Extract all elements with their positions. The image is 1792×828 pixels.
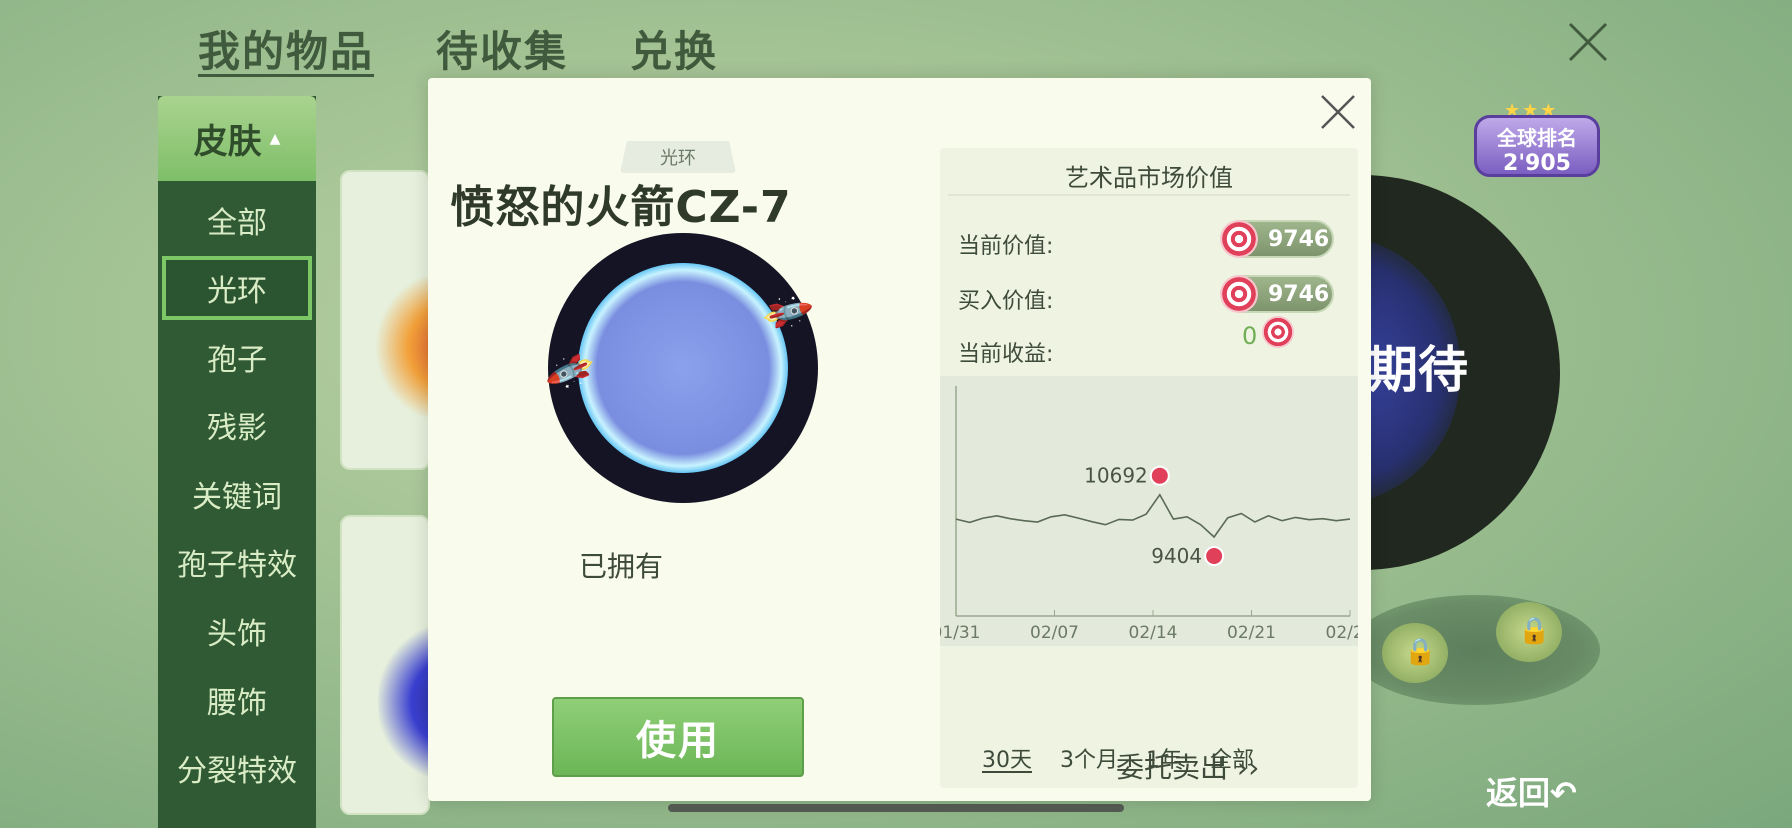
category-sidebar: 皮肤 ▲ 全部 光环 孢子 残影 关键词 孢子特效 头饰 腰饰 分裂特效	[158, 96, 316, 828]
tab-to-collect[interactable]: 待收集	[436, 18, 568, 79]
buy-value-label: 买入价值:	[958, 289, 1054, 314]
candy-icon	[1220, 275, 1258, 313]
owned-status: 已拥有	[578, 550, 663, 583]
page-close-icon[interactable]	[1566, 20, 1610, 64]
back-arrow-icon: ↶	[1550, 774, 1577, 812]
market-value-panel: 艺术品市场价值 当前价值: 9746 买入价值: 9746 当前收益: 0 01…	[940, 148, 1358, 788]
global-rank-badge[interactable]: 全球排名 2'905	[1474, 115, 1600, 177]
home-indicator[interactable]	[668, 804, 1124, 812]
rank-badge-title: 全球排名	[1497, 126, 1577, 150]
x-tick-label: 02/21	[1227, 623, 1276, 643]
data-label: 9404	[1151, 544, 1202, 568]
candy-icon	[1220, 220, 1258, 258]
x-tick-label: 02/07	[1030, 623, 1079, 643]
tab-exchange[interactable]: 兑换	[630, 18, 718, 79]
sidebar-item-all[interactable]: 全部	[162, 188, 312, 252]
current-value: 9746	[1268, 226, 1330, 252]
back-button[interactable]: 返回↶	[1486, 768, 1577, 814]
item-card[interactable]	[340, 170, 452, 470]
price-line	[955, 493, 1351, 539]
item-type-tag: 光环	[620, 141, 736, 173]
halo-preview-image: 🚀 🚀	[544, 233, 818, 503]
price-chart: 01/31 02/07 02/14 02/21 02/28 10692 9404	[940, 376, 1358, 646]
profit-label: 当前收益:	[958, 342, 1054, 367]
x-tick-label: 02/14	[1129, 623, 1178, 643]
sidebar-item-waistwear[interactable]: 腰饰	[162, 668, 312, 732]
sidebar-item-split-effect[interactable]: 分裂特效	[162, 736, 312, 800]
rank-badge-value: 2'905	[1503, 151, 1571, 176]
sidebar-item-headwear[interactable]: 头饰	[162, 599, 312, 663]
current-value-label: 当前价值:	[958, 234, 1054, 259]
tab-my-items[interactable]: 我的物品	[198, 18, 374, 79]
sidebar-item-spore-effect[interactable]: 孢子特效	[162, 530, 312, 594]
candy-icon	[1204, 546, 1225, 567]
top-tabs: 我的物品 待收集 兑换	[198, 18, 718, 79]
back-label: 返回	[1486, 774, 1551, 812]
price-chart-svg: 01/31 02/07 02/14 02/21 02/28 10692 9404	[940, 386, 1359, 643]
sidebar-item-spore[interactable]: 孢子	[162, 325, 312, 389]
candy-icon	[1262, 316, 1294, 348]
sidebar-header-label: 皮肤	[193, 122, 262, 162]
sidebar-skin-dropdown[interactable]: 皮肤 ▲	[158, 96, 316, 181]
range-tab-30d[interactable]: 30天	[982, 742, 1032, 774]
data-label: 10692	[1084, 464, 1148, 488]
item-card[interactable]	[340, 515, 458, 815]
use-button[interactable]: 使用	[552, 697, 804, 777]
buy-value: 9746	[1268, 281, 1330, 307]
caret-up-icon: ▲	[269, 130, 281, 147]
sidebar-item-keyword[interactable]: 关键词	[162, 462, 312, 526]
item-detail-dialog: 光环 愤怒的火箭CZ-7 🚀 🚀 已拥有 使用 艺术品市场价值 当前价值: 97…	[428, 78, 1371, 801]
x-tick-label: 02/28	[1326, 623, 1359, 643]
candy-icon	[1149, 465, 1170, 486]
market-title: 艺术品市场价值	[1065, 164, 1233, 192]
consign-sell-link[interactable]: 委托卖出 ››	[1116, 746, 1259, 786]
sidebar-item-afterimage[interactable]: 残影	[162, 393, 312, 457]
item-title: 愤怒的火箭CZ-7	[450, 182, 792, 233]
range-tab-3m[interactable]: 3个月	[1060, 742, 1118, 774]
lock-icon[interactable]: 🔒	[1382, 623, 1448, 683]
divider	[948, 194, 1350, 196]
close-icon[interactable]	[1316, 90, 1360, 134]
x-tick-label: 01/31	[940, 623, 981, 643]
lock-icon[interactable]: 🔒	[1496, 602, 1562, 662]
coming-soon-text: 期待	[1368, 341, 1468, 399]
profit-value: 0	[1242, 322, 1258, 350]
sidebar-item-halo[interactable]: 光环	[162, 256, 312, 320]
